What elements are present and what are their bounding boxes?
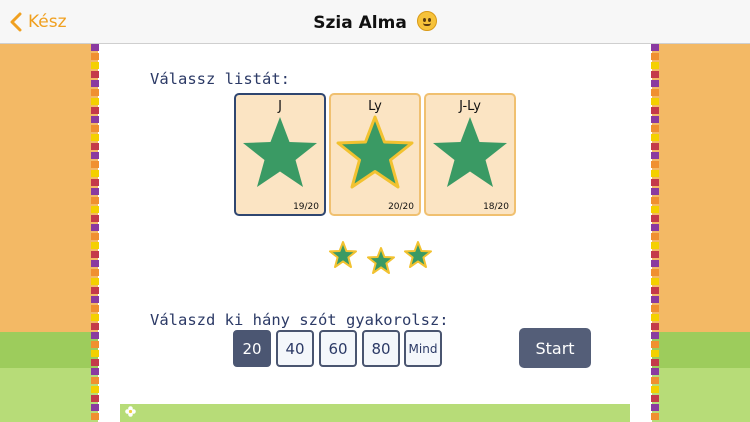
star-icon: [433, 117, 507, 187]
navigation-bar: Kész Szia Alma: [0, 0, 750, 44]
list-card-ly[interactable]: Ly 20/20: [329, 93, 421, 216]
small-star-icon: [329, 241, 357, 268]
gold-outlined-star-icon: [336, 115, 414, 189]
list-card-label: Ly: [368, 99, 382, 114]
page-title: Szia Alma: [0, 11, 750, 33]
left-decorative-strip: [91, 44, 99, 422]
list-card-score: 18/20: [483, 202, 509, 212]
small-star-icon: [367, 247, 395, 274]
flower-icon: [125, 406, 136, 417]
count-button-60[interactable]: 60: [319, 330, 357, 367]
left-side-panel: [98, 44, 120, 422]
earned-stars: [329, 241, 432, 274]
list-card-score: 19/20: [293, 202, 319, 212]
word-count-heading: Válaszd ki hány szót gyakorolsz:: [150, 311, 449, 329]
count-button-all[interactable]: Mind: [404, 330, 442, 367]
list-card-j[interactable]: J 19/20: [234, 93, 326, 216]
list-card-score: 20/20: [388, 202, 414, 212]
list-card-label: J: [278, 99, 282, 114]
list-card-j-ly[interactable]: J-Ly 18/20: [424, 93, 516, 216]
page-title-text: Szia Alma: [313, 13, 407, 33]
start-button[interactable]: Start: [519, 328, 591, 368]
list-card-label: J-Ly: [459, 99, 481, 114]
star-icon: [243, 117, 317, 187]
count-button-20[interactable]: 20: [233, 330, 271, 367]
small-star-icon: [404, 241, 432, 268]
list-heading: Válassz listát:: [150, 70, 290, 88]
count-button-80[interactable]: 80: [362, 330, 400, 367]
right-side-panel: [630, 44, 652, 422]
right-decorative-strip: [651, 44, 659, 422]
smiley-icon: [416, 11, 437, 31]
count-button-40[interactable]: 40: [276, 330, 314, 367]
